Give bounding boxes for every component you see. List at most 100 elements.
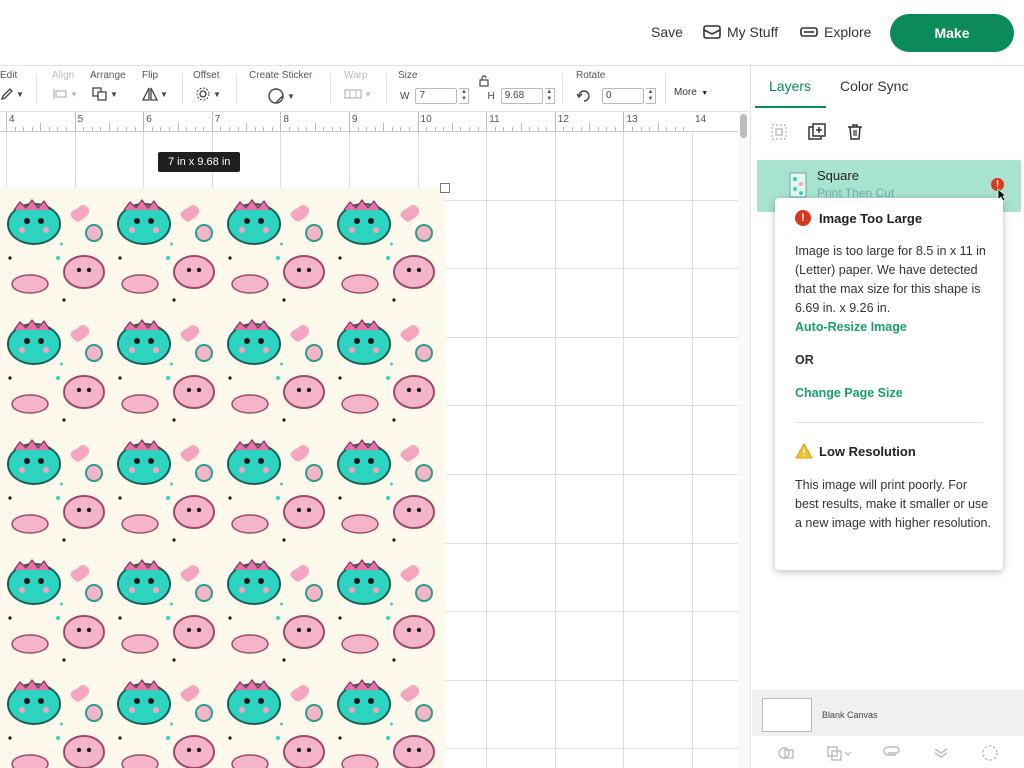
contour-icon[interactable] (981, 744, 999, 762)
rotate-stepper[interactable]: ▲ ▼ (646, 88, 656, 104)
scrollbar-thumb[interactable] (740, 114, 747, 138)
ruler-tick (391, 127, 393, 131)
blank-canvas-thumbnail (762, 698, 812, 732)
ruler-number: 10 (420, 114, 432, 125)
width-stepper[interactable]: ▲ ▼ (459, 88, 470, 104)
popup-title: Image Too Large (819, 211, 923, 226)
panel-bottom-toolbar (752, 738, 1024, 768)
trash-icon[interactable] (845, 122, 865, 142)
flatten-icon[interactable] (932, 744, 950, 762)
ruler-tick (503, 127, 505, 131)
toolbar-divider (236, 74, 237, 104)
save-button[interactable]: Save (651, 24, 683, 40)
inbox-icon (703, 25, 721, 39)
explore-button[interactable]: Explore (800, 24, 871, 40)
design-canvas[interactable] (0, 132, 738, 768)
canvas-layer-row[interactable]: Blank Canvas (752, 690, 1024, 736)
attach-icon[interactable] (883, 744, 901, 762)
warp-group[interactable]: Warp ▼ (344, 70, 374, 108)
warp-icon (344, 89, 362, 99)
height-input[interactable]: 9.68 (500, 88, 543, 104)
height-stepper[interactable]: ▲ ▼ (544, 88, 555, 104)
ruler-tick (606, 127, 608, 131)
size-group: Size W 7 ▲ ▼ H 9.68 ▲ ▼ (398, 70, 558, 108)
toolbar-divider (330, 74, 331, 104)
rotate-label: Rotate (576, 70, 606, 81)
width-input[interactable]: 7 (415, 88, 458, 104)
align-group[interactable]: Align ▼ (52, 70, 82, 108)
offset-label: Offset (193, 70, 220, 81)
rotate-icon (576, 90, 590, 102)
sticker-icon (268, 88, 284, 104)
chevron-down-icon: ▼ (70, 89, 78, 99)
resize-handle[interactable] (440, 183, 450, 193)
ruler-tick (126, 127, 128, 131)
edit-group[interactable]: Edit ▼ (0, 70, 30, 108)
toolbar-divider (562, 74, 563, 104)
image-warning-popover: ! Image Too Large Image is too large for… (775, 198, 1003, 570)
my-stuff-button[interactable]: My Stuff (703, 24, 778, 40)
ruler-tick (477, 127, 479, 131)
create-sticker-group[interactable]: Create Sticker ▼ (249, 70, 319, 108)
group-icon[interactable] (769, 122, 789, 142)
ruler-tick (168, 127, 170, 131)
chevron-down-icon: ▼ (364, 89, 372, 99)
ruler-tick (460, 127, 462, 131)
explore-label: Explore (824, 24, 872, 40)
warning-icon (795, 443, 813, 459)
ruler-number: 4 (9, 114, 15, 125)
layer-thumbnail-icon (789, 172, 807, 198)
ruler-tick (400, 127, 402, 131)
ruler-number: 8 (283, 114, 289, 125)
low-resolution-body: This image will print poorly. For best r… (795, 478, 991, 530)
rotate-group: Rotate 0 ▲ ▼ (576, 70, 656, 108)
lock-icon[interactable] (478, 75, 490, 90)
warp-label: Warp (344, 70, 368, 81)
vertical-scrollbar[interactable] (738, 112, 750, 768)
ruler-tick (597, 127, 599, 131)
ruler-tick (100, 127, 102, 131)
auto-resize-link[interactable]: Auto-Resize Image (795, 320, 907, 334)
combine-icon[interactable] (826, 744, 852, 762)
ruler-tick (271, 127, 273, 131)
slice-icon[interactable] (777, 744, 795, 762)
ruler-tick (306, 127, 308, 131)
tab-layers[interactable]: Layers (769, 78, 811, 94)
offset-group[interactable]: Offset ▼ (193, 70, 229, 108)
arrange-group[interactable]: Arrange ▼ (90, 70, 130, 108)
ruler-tick (40, 123, 42, 131)
active-tab-indicator (755, 106, 826, 108)
ruler-tick (134, 127, 136, 131)
tab-color-sync[interactable]: Color Sync (840, 78, 908, 94)
ruler-tick (486, 112, 488, 131)
toolbar-divider (665, 74, 666, 104)
my-stuff-label: My Stuff (727, 24, 779, 40)
ruler-tick (666, 127, 668, 131)
ruler-tick (529, 127, 531, 131)
ruler-number: 11 (489, 114, 500, 125)
ruler-tick (177, 123, 179, 131)
ruler-tick (143, 112, 145, 131)
toolbar-divider (36, 74, 37, 104)
ruler-tick (649, 127, 651, 131)
ruler-tick (443, 127, 445, 131)
more-label: More (674, 87, 697, 98)
ruler-tick (614, 127, 616, 131)
ruler-tick (674, 127, 676, 131)
make-button[interactable]: Make (890, 14, 1014, 52)
blank-canvas-label: Blank Canvas (822, 710, 878, 720)
height-label: H (487, 90, 495, 102)
ruler-tick (288, 127, 290, 131)
ruler-number: 14 (695, 114, 707, 125)
ruler-tick (194, 127, 196, 131)
flip-group[interactable]: Flip ▼ (142, 70, 172, 108)
dinosaur-pattern-image[interactable] (0, 188, 445, 768)
top-bar: Save My Stuff Explore Make (0, 0, 1024, 66)
duplicate-icon[interactable] (807, 122, 827, 142)
ruler-tick (83, 127, 85, 131)
ruler-tick (220, 127, 222, 131)
change-page-size-link[interactable]: Change Page Size (795, 386, 903, 400)
ruler-number: 9 (352, 114, 358, 125)
rotate-input[interactable]: 0 (602, 88, 644, 104)
chevron-down-icon: ▼ (16, 89, 24, 99)
